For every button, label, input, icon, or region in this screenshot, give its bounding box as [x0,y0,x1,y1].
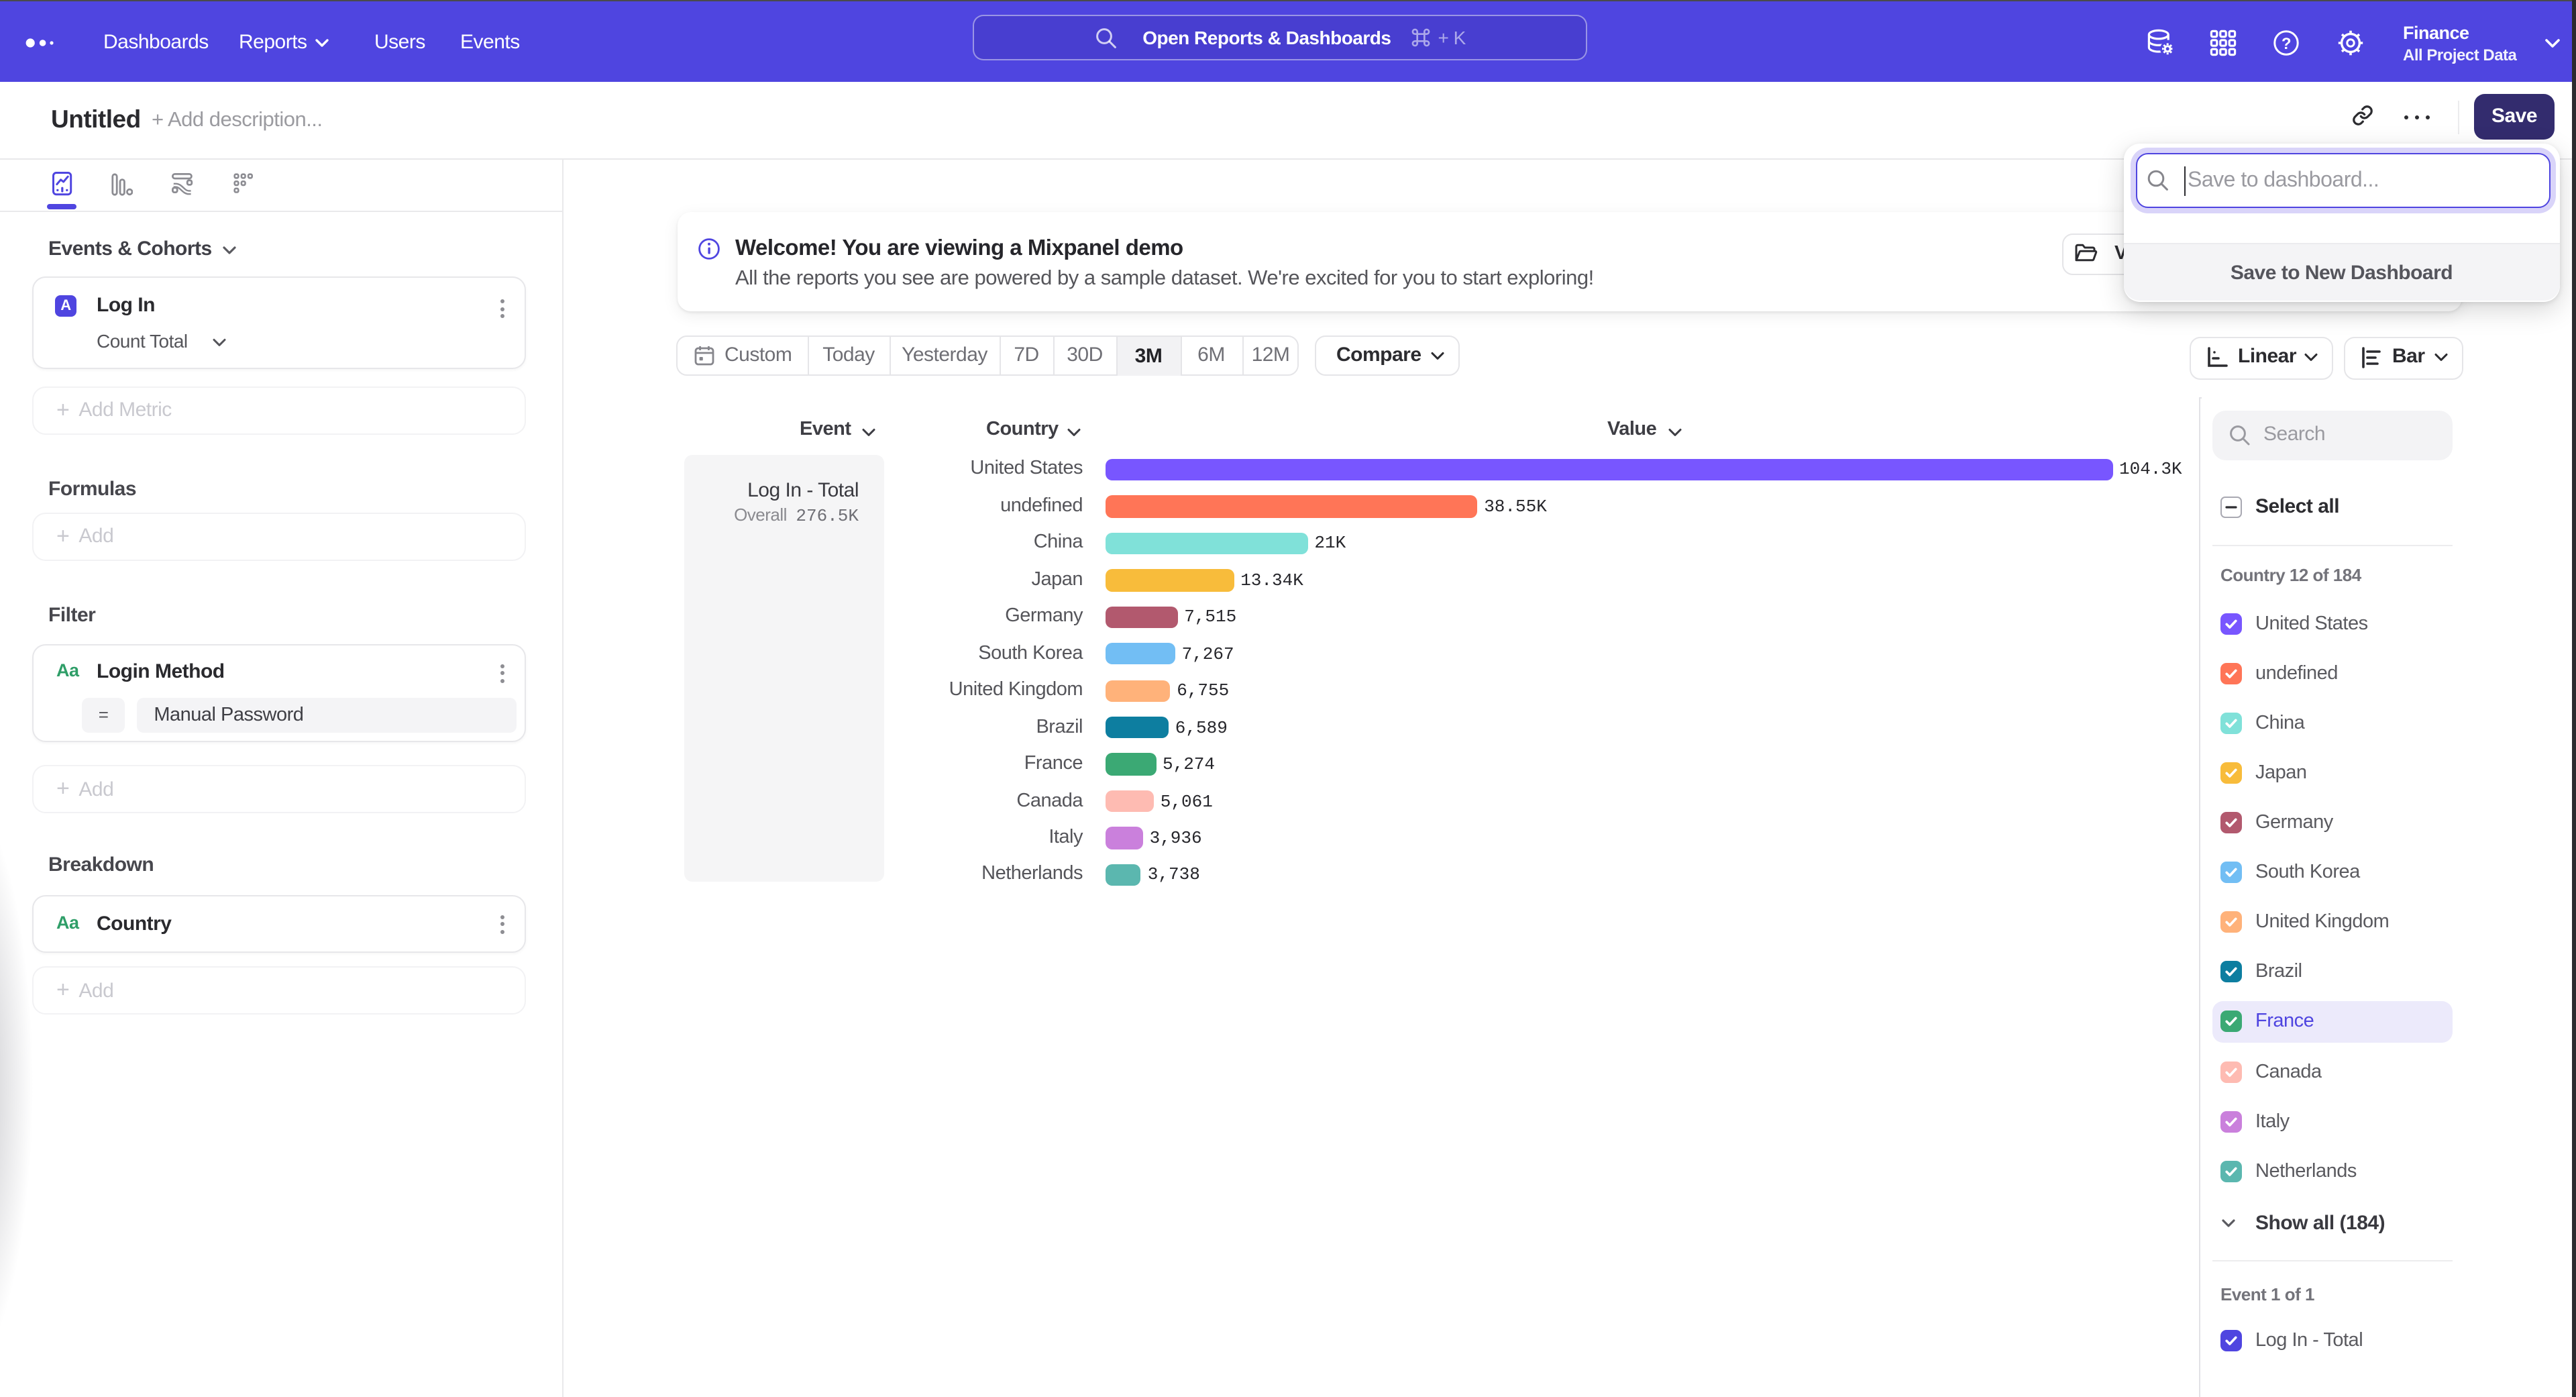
svg-text:?: ? [2282,35,2291,53]
